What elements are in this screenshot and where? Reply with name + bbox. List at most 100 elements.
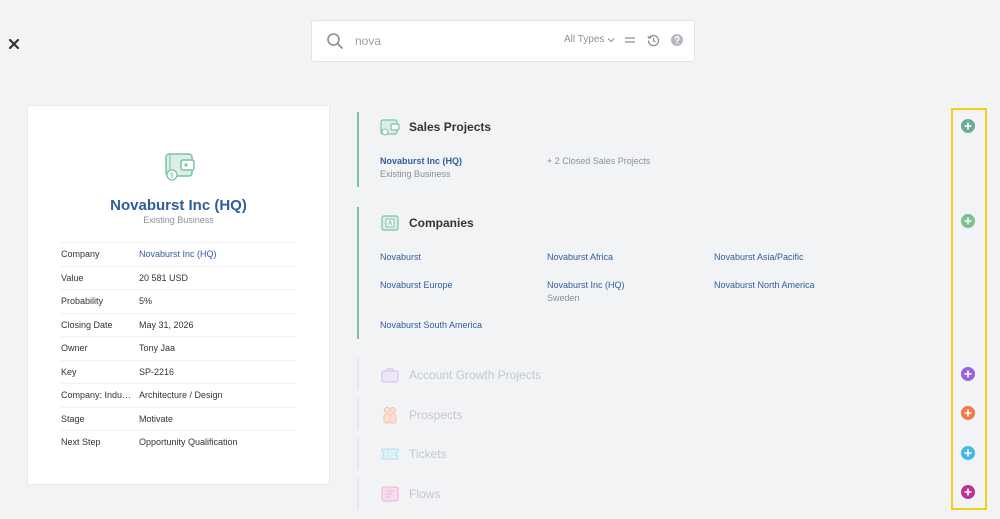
detail-row-industry: Company: Industry Architecture / Design xyxy=(61,383,295,407)
detail-value: May 31, 2026 xyxy=(139,319,194,330)
section-title: Prospects xyxy=(409,408,463,422)
detail-label: Value xyxy=(61,272,84,283)
close-button[interactable] xyxy=(8,37,20,51)
section-header-account-growth[interactable]: Account Growth Projects xyxy=(380,365,541,385)
detail-value: 5% xyxy=(139,296,153,307)
plus-icon xyxy=(964,122,972,130)
detail-label: Closing Date xyxy=(61,319,113,330)
result-name: Novaburst North America xyxy=(714,280,815,290)
history-button[interactable] xyxy=(646,33,660,47)
section-title: Tickets xyxy=(409,447,447,461)
company-result[interactable]: Novaburst North America xyxy=(714,280,815,290)
result-name: Novaburst Inc (HQ) xyxy=(380,156,463,166)
plus-icon xyxy=(964,409,972,417)
plus-icon xyxy=(964,217,972,225)
company-result[interactable]: Novaburst South America xyxy=(380,320,482,330)
briefcase-icon xyxy=(381,368,399,383)
result-name: Novaburst Europe xyxy=(380,280,453,290)
section-header-tickets[interactable]: Tickets xyxy=(380,444,447,464)
section-bar-account-growth xyxy=(357,358,359,390)
detail-row-stage: Stage Motivate xyxy=(61,406,295,431)
result-item[interactable]: Novaburst Inc (HQ) Existing Business xyxy=(380,156,462,179)
section-bar-flows xyxy=(357,478,359,510)
result-name: Novaburst xyxy=(380,252,422,262)
plus-icon xyxy=(964,488,972,496)
more-results-link[interactable]: + 2 Closed Sales Projects xyxy=(547,156,650,166)
company-result[interactable]: Novaburst xyxy=(380,252,421,262)
history-icon xyxy=(646,34,659,46)
detail-row-probability: Probability 5% xyxy=(61,289,295,313)
detail-label: Company: Industry xyxy=(61,390,137,401)
svg-text:$: $ xyxy=(170,172,174,180)
detail-label: Stage xyxy=(61,413,85,424)
section-header-sales-projects[interactable]: Sales Projects xyxy=(380,117,491,137)
detail-value: Opportunity Qualification xyxy=(139,437,238,448)
wallet-icon: $ xyxy=(165,153,195,181)
detail-label: Owner xyxy=(61,343,88,354)
chevron-down-icon xyxy=(608,37,615,42)
record-card: $ Novaburst Inc (HQ) Existing Business C… xyxy=(27,105,330,485)
equals-button[interactable] xyxy=(623,33,637,47)
section-header-flows[interactable]: Flows xyxy=(380,484,440,504)
type-filter-label: All Types xyxy=(564,34,605,45)
detail-value-link[interactable]: Novaburst Inc (HQ) xyxy=(139,249,217,259)
section-bar-sales-projects xyxy=(357,112,359,187)
detail-value: 20 581 USD xyxy=(139,272,189,283)
detail-row-owner: Owner Tony Jaa xyxy=(61,336,295,360)
result-name: Novaburst Inc (HQ) xyxy=(547,280,625,290)
ticket-icon xyxy=(381,448,399,460)
section-header-prospects[interactable]: Prospects xyxy=(380,405,462,425)
company-result[interactable]: Novaburst Europe xyxy=(380,280,453,290)
section-bar-prospects xyxy=(357,398,359,430)
company-result[interactable]: Novaburst Africa xyxy=(547,252,613,262)
search-input[interactable] xyxy=(355,32,545,50)
record-title: Novaburst Inc (HQ) xyxy=(110,197,247,214)
help-icon xyxy=(671,34,683,46)
plus-icon xyxy=(964,370,972,378)
add-prospect-button[interactable] xyxy=(961,406,975,420)
detail-value: SP-2216 xyxy=(139,366,175,377)
add-flow-button[interactable] xyxy=(961,485,975,499)
add-sales-project-button[interactable] xyxy=(961,119,975,133)
detail-row-value: Value 20 581 USD xyxy=(61,265,295,290)
plus-icon xyxy=(964,449,972,457)
close-icon xyxy=(9,39,19,49)
detail-value: Motivate xyxy=(139,413,174,424)
result-name: Novaburst Africa xyxy=(547,252,614,262)
add-ticket-button[interactable] xyxy=(961,446,975,460)
company-icon xyxy=(381,215,399,231)
type-filter-dropdown[interactable]: All Types xyxy=(564,34,615,45)
section-title: Account Growth Projects xyxy=(409,368,542,382)
detail-label: Next Step xyxy=(61,437,101,448)
record-subtitle: Existing Business xyxy=(143,215,214,225)
people-icon xyxy=(383,407,397,424)
detail-label: Key xyxy=(61,366,77,377)
detail-row-next-step: Next Step Opportunity Qualification xyxy=(61,430,295,454)
flow-icon xyxy=(381,486,399,502)
result-subtitle: Existing Business xyxy=(380,169,451,179)
search-icon xyxy=(327,33,343,49)
section-title: Flows xyxy=(409,487,441,501)
search-bar: All Types xyxy=(311,20,695,62)
result-subtitle: Sweden xyxy=(547,293,580,303)
company-result[interactable]: Novaburst Inc (HQ) Sweden xyxy=(547,280,625,303)
result-name: Novaburst South America xyxy=(380,320,483,330)
section-title: Companies xyxy=(409,216,474,230)
add-company-button[interactable] xyxy=(961,214,975,228)
detail-value: Tony Jaa xyxy=(139,343,176,354)
record-details: Company Novaburst Inc (HQ) Value 20 581 US… xyxy=(61,242,295,454)
detail-label: Company xyxy=(61,249,100,260)
help-button[interactable] xyxy=(670,33,684,47)
section-header-companies[interactable]: Companies xyxy=(380,213,474,233)
section-title: Sales Projects xyxy=(409,120,492,134)
section-bar-companies xyxy=(357,207,359,339)
result-name: Novaburst Asia/Pacific xyxy=(714,252,804,262)
company-result[interactable]: Novaburst Asia/Pacific xyxy=(714,252,804,262)
detail-row-key: Key SP-2216 xyxy=(61,359,295,384)
equals-icon xyxy=(625,37,635,43)
wallet-icon xyxy=(380,119,400,136)
add-account-growth-button[interactable] xyxy=(961,367,975,381)
detail-row-closing-date: Closing Date May 31, 2026 xyxy=(61,312,295,337)
section-bar-tickets xyxy=(357,438,359,470)
detail-row-company: Company Novaburst Inc (HQ) xyxy=(61,242,295,266)
